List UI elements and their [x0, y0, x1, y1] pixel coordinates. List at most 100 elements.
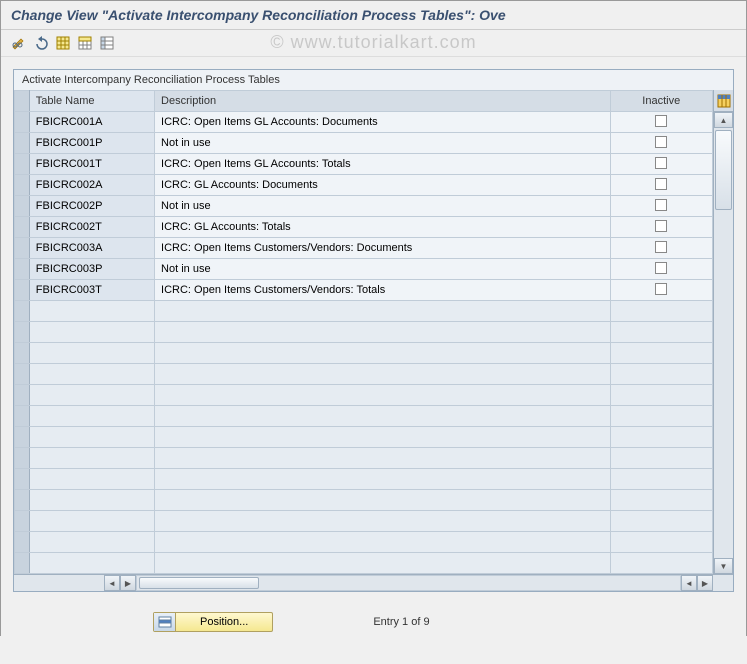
table-row[interactable]: FBICRC003AICRC: Open Items Customers/Ven… [15, 238, 713, 259]
vscroll-thumb[interactable] [715, 130, 732, 210]
cell-table-name[interactable]: FBICRC002T [29, 217, 154, 238]
scroll-right-button[interactable]: ◄ [681, 575, 697, 591]
deselect-all-button[interactable] [75, 33, 95, 53]
row-selector-header[interactable] [15, 91, 30, 112]
cell-description[interactable]: ICRC: GL Accounts: Documents [155, 175, 610, 196]
row-selector[interactable] [15, 238, 30, 259]
row-selector[interactable] [15, 406, 30, 427]
cell-description[interactable]: Not in use [155, 196, 610, 217]
table-row[interactable]: FBICRC002AICRC: GL Accounts: Documents [15, 175, 713, 196]
row-selector[interactable] [15, 259, 30, 280]
column-config-button[interactable] [714, 90, 733, 112]
table-row[interactable]: FBICRC002TICRC: GL Accounts: Totals [15, 217, 713, 238]
undo-button[interactable] [31, 33, 51, 53]
cell-inactive[interactable] [610, 112, 713, 133]
table-row[interactable]: FBICRC003PNot in use [15, 259, 713, 280]
cell-empty [610, 490, 713, 511]
cell-inactive[interactable] [610, 154, 713, 175]
row-selector[interactable] [15, 553, 30, 574]
table-deselect-icon [78, 36, 92, 50]
cell-description[interactable]: Not in use [155, 259, 610, 280]
row-selector[interactable] [15, 133, 30, 154]
scroll-left-button[interactable]: ▶ [120, 575, 136, 591]
row-selector[interactable] [15, 448, 30, 469]
cell-table-name[interactable]: FBICRC001P [29, 133, 154, 154]
scroll-first-button[interactable]: ◄ [104, 575, 120, 591]
cell-inactive[interactable] [610, 175, 713, 196]
row-selector[interactable] [15, 511, 30, 532]
scroll-up-button[interactable]: ▲ [714, 112, 733, 128]
row-selector[interactable] [15, 301, 30, 322]
cell-table-name[interactable]: FBICRC003T [29, 280, 154, 301]
row-selector[interactable] [15, 217, 30, 238]
inactive-checkbox[interactable] [655, 157, 667, 169]
table-row[interactable]: FBICRC001TICRC: Open Items GL Accounts: … [15, 154, 713, 175]
cell-description[interactable]: ICRC: Open Items GL Accounts: Totals [155, 154, 610, 175]
change-toggle-button[interactable] [9, 33, 29, 53]
cell-table-name[interactable]: FBICRC002P [29, 196, 154, 217]
vertical-scrollbar[interactable]: ▲ ▼ [714, 112, 733, 574]
row-selector[interactable] [15, 154, 30, 175]
row-selector[interactable] [15, 280, 30, 301]
table-settings-button[interactable] [97, 33, 117, 53]
inactive-checkbox[interactable] [655, 241, 667, 253]
inactive-checkbox[interactable] [655, 136, 667, 148]
row-selector[interactable] [15, 490, 30, 511]
cell-inactive[interactable] [610, 259, 713, 280]
inactive-checkbox[interactable] [655, 220, 667, 232]
cell-table-name[interactable]: FBICRC002A [29, 175, 154, 196]
vscroll-track[interactable] [714, 128, 733, 558]
cell-inactive[interactable] [610, 280, 713, 301]
row-selector[interactable] [15, 343, 30, 364]
col-header-inactive[interactable]: Inactive [610, 91, 713, 112]
col-header-name[interactable]: Table Name [29, 91, 154, 112]
inactive-checkbox[interactable] [655, 283, 667, 295]
cell-description[interactable]: ICRC: Open Items GL Accounts: Documents [155, 112, 610, 133]
cell-inactive[interactable] [610, 238, 713, 259]
inactive-checkbox[interactable] [655, 115, 667, 127]
row-selector[interactable] [15, 427, 30, 448]
row-selector[interactable] [15, 196, 30, 217]
table-row[interactable]: FBICRC001PNot in use [15, 133, 713, 154]
col-header-desc[interactable]: Description [155, 91, 610, 112]
row-selector[interactable] [15, 532, 30, 553]
cell-empty [610, 553, 713, 574]
row-selector[interactable] [15, 469, 30, 490]
cell-empty [610, 427, 713, 448]
scroll-last-button[interactable]: ▶ [697, 575, 713, 591]
select-all-button[interactable] [53, 33, 73, 53]
inactive-checkbox[interactable] [655, 178, 667, 190]
hscroll-thumb[interactable] [139, 577, 259, 589]
table-row-empty [15, 469, 713, 490]
cell-empty [29, 406, 154, 427]
table-row[interactable]: FBICRC001AICRC: Open Items GL Accounts: … [15, 112, 713, 133]
cell-empty [155, 469, 610, 490]
cell-table-name[interactable]: FBICRC003A [29, 238, 154, 259]
hscroll-track[interactable] [136, 575, 681, 591]
cell-inactive[interactable] [610, 196, 713, 217]
row-selector[interactable] [15, 175, 30, 196]
scroll-down-button[interactable]: ▼ [714, 558, 733, 574]
cell-empty [610, 301, 713, 322]
table-row[interactable]: FBICRC003TICRC: Open Items Customers/Ven… [15, 280, 713, 301]
cell-empty [610, 406, 713, 427]
table-row[interactable]: FBICRC002PNot in use [15, 196, 713, 217]
inactive-checkbox[interactable] [655, 262, 667, 274]
cell-inactive[interactable] [610, 133, 713, 154]
horizontal-scrollbar: ◄ ▶ ◄ ▶ [14, 574, 733, 591]
cell-inactive[interactable] [610, 217, 713, 238]
position-button[interactable]: Position... [153, 612, 273, 632]
cell-table-name[interactable]: FBICRC001T [29, 154, 154, 175]
row-selector[interactable] [15, 322, 30, 343]
cell-table-name[interactable]: FBICRC003P [29, 259, 154, 280]
inactive-checkbox[interactable] [655, 199, 667, 211]
row-selector[interactable] [15, 364, 30, 385]
table-row-empty [15, 553, 713, 574]
row-selector[interactable] [15, 112, 30, 133]
cell-table-name[interactable]: FBICRC001A [29, 112, 154, 133]
cell-description[interactable]: ICRC: GL Accounts: Totals [155, 217, 610, 238]
cell-description[interactable]: ICRC: Open Items Customers/Vendors: Tota… [155, 280, 610, 301]
row-selector[interactable] [15, 385, 30, 406]
cell-description[interactable]: ICRC: Open Items Customers/Vendors: Docu… [155, 238, 610, 259]
cell-description[interactable]: Not in use [155, 133, 610, 154]
